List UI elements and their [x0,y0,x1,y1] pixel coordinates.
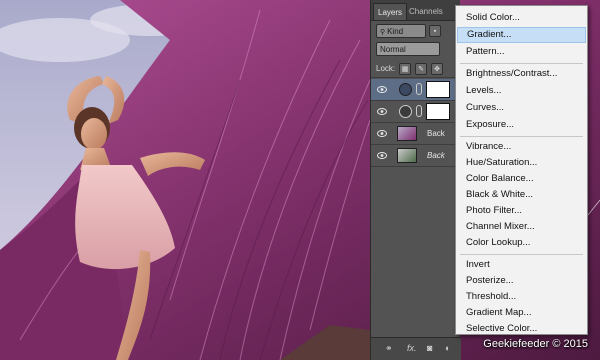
blend-mode-select[interactable]: Normal [376,42,440,56]
link-icon[interactable]: ⚭ [385,343,393,354]
adjustment-layer-menu: Solid Color... Gradient... Pattern... Br… [455,5,588,335]
chain-link-icon [416,83,422,95]
menu-item-gradient-map[interactable]: Gradient Map... [457,305,586,321]
layer-mask-thumbnail[interactable] [426,81,450,98]
panel-bottom-toolbar: ⚭ fx. ◙ ◐ [371,337,461,360]
layers-panel: Layers Channels ⚲ Kind ▪ Normal Lock: ▦ … [370,0,461,360]
lock-move-icon[interactable]: ✥ [431,63,443,75]
menu-item-black-white[interactable]: Black & White... [457,187,586,203]
menu-item-photo-filter[interactable]: Photo Filter... [457,203,586,219]
layer-name: Back [427,129,445,138]
menu-item-posterize[interactable]: Posterize... [457,273,586,289]
menu-separator [460,63,583,64]
menu-item-invert[interactable]: Invert [457,257,586,273]
lock-row: Lock: ▦ ✎ ✥ [371,60,461,78]
menu-item-color-lookup[interactable]: Color Lookup... [457,235,586,251]
layer-mask-thumbnail[interactable] [426,103,450,120]
layer-row[interactable] [371,79,461,101]
visibility-eye-icon[interactable] [377,86,387,93]
menu-item-exposure[interactable]: Exposure... [457,117,586,133]
chain-link-icon [416,105,422,117]
menu-item-levels[interactable]: Levels... [457,83,586,99]
layer-row[interactable] [371,101,461,123]
fx-icon[interactable]: fx. [407,343,417,353]
filter-kind-label: Kind [387,27,404,36]
adjustment-layer-icon [399,105,412,118]
visibility-eye-icon[interactable] [377,130,387,137]
filter-pixel-icon[interactable]: ▪ [429,25,441,37]
menu-item-solid-color[interactable]: Solid Color... [457,10,586,26]
lock-paint-icon[interactable]: ✎ [415,63,427,75]
filter-row: ⚲ Kind ▪ [371,21,461,41]
menu-item-hue-saturation[interactable]: Hue/Saturation... [457,155,586,171]
watermark-credit: Geekiefeeder © 2015 [483,338,588,350]
layer-row[interactable]: Back [371,123,461,145]
menu-item-pattern[interactable]: Pattern... [457,44,586,60]
layer-thumbnail [397,148,417,163]
tab-channels[interactable]: Channels [405,3,447,20]
menu-item-gradient[interactable]: Gradient... [457,27,586,43]
blend-row: Normal [371,41,461,59]
adjustment-layer-icon [399,83,412,96]
menu-item-vibrance[interactable]: Vibrance... [457,139,586,155]
tab-layers[interactable]: Layers [373,3,408,20]
menu-separator [460,254,583,255]
mask-icon[interactable]: ◙ [427,343,432,353]
lock-transparent-icon[interactable]: ▦ [399,63,411,75]
visibility-eye-icon[interactable] [377,152,387,159]
panel-tabbar: Layers Channels [371,0,460,21]
layer-filter-select[interactable]: ⚲ Kind [376,24,426,38]
menu-item-channel-mixer[interactable]: Channel Mixer... [457,219,586,235]
menu-item-selective-color[interactable]: Selective Color... [457,321,586,337]
layer-thumbnail [397,126,417,141]
menu-item-color-balance[interactable]: Color Balance... [457,171,586,187]
menu-separator [460,136,583,137]
layer-name: Back [427,151,445,160]
menu-item-curves[interactable]: Curves... [457,100,586,116]
menu-item-threshold[interactable]: Threshold... [457,289,586,305]
adjustment-icon[interactable]: ◐ [445,343,450,353]
lock-label: Lock: [376,64,396,73]
menu-item-brightness-contrast[interactable]: Brightness/Contrast... [457,66,586,82]
layer-row[interactable]: Back [371,145,461,167]
visibility-eye-icon[interactable] [377,108,387,115]
